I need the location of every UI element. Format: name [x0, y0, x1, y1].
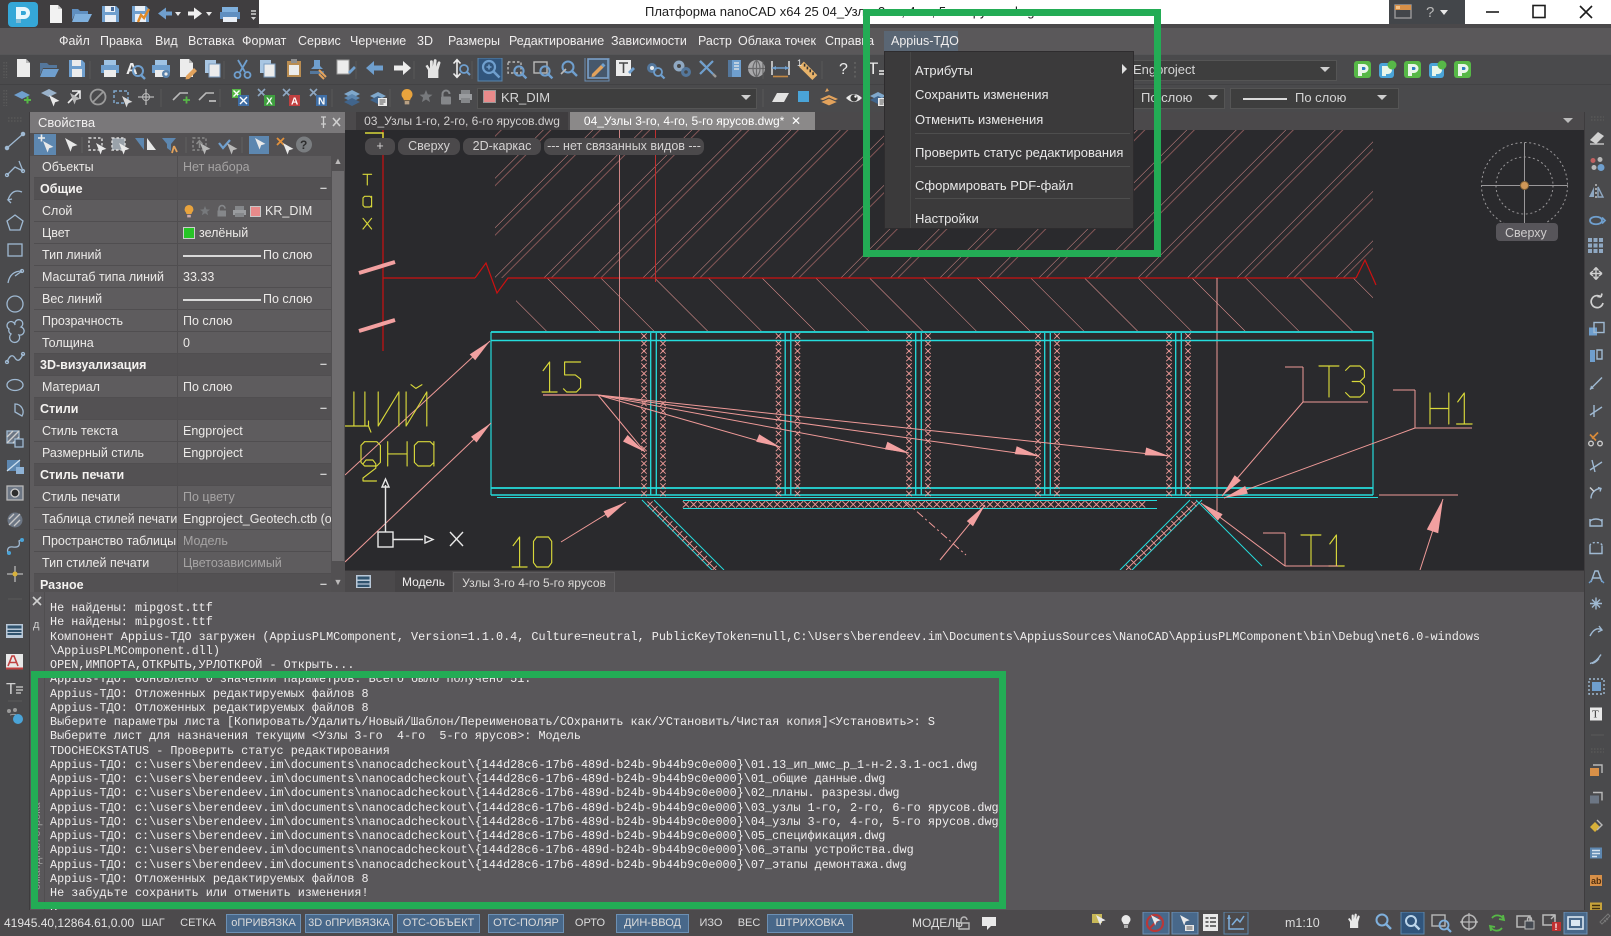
svg-text:Сверху: Сверху — [1505, 226, 1548, 240]
svg-text:!: ! — [1555, 922, 1558, 932]
svg-text:?: ? — [839, 61, 848, 78]
svg-text:X: X — [266, 97, 273, 108]
svg-text:1: 1 — [797, 58, 802, 68]
svg-text:ab: ab — [1591, 876, 1602, 886]
svg-text:T: T — [6, 681, 16, 698]
svg-text:N: N — [318, 97, 325, 108]
svg-text:A: A — [291, 97, 298, 108]
svg-text:?: ? — [1426, 4, 1434, 21]
svg-text:?: ? — [300, 138, 307, 152]
svg-text:T: T — [1592, 709, 1599, 721]
svg-text:д: д — [33, 619, 40, 631]
